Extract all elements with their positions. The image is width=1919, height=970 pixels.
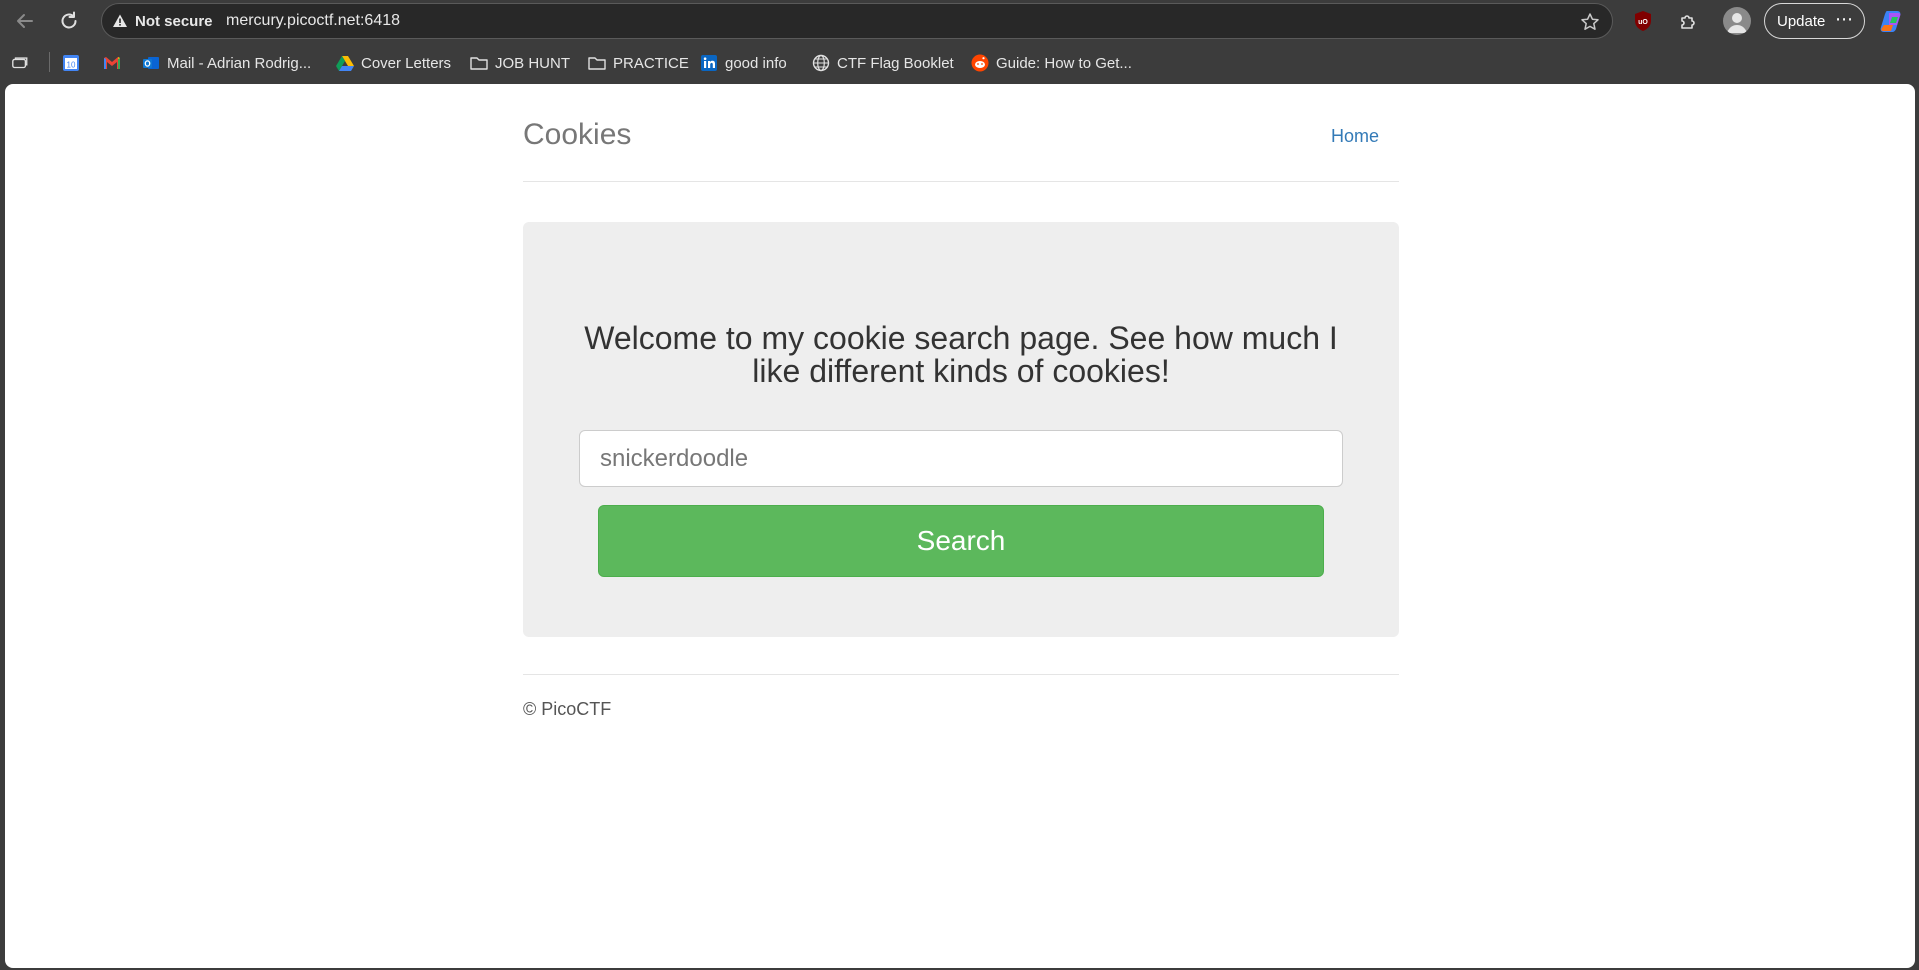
warning-icon[interactable] [112, 13, 128, 29]
puzzle-icon [1681, 15, 1695, 29]
bookmark-ctf-flag-booklet[interactable]: CTF Flag Booklet [812, 50, 954, 76]
search-button[interactable]: Search [598, 505, 1324, 577]
star-icon[interactable] [1580, 12, 1600, 32]
bookmark-gmail[interactable] [103, 50, 121, 76]
search-panel: Welcome to my cookie search page. See ho… [523, 222, 1399, 637]
welcome-heading: Welcome to my cookie search page. See ho… [584, 320, 1338, 389]
reading-list-button[interactable] [11, 50, 29, 76]
update-label: Update [1777, 12, 1826, 30]
page-title: Cookies [523, 118, 632, 151]
bookmark-good-info[interactable]: good info [700, 50, 787, 76]
footer-copyright: © PicoCTF [523, 699, 612, 719]
bookmark-calendar[interactable]: 10 [62, 50, 80, 76]
security-status[interactable]: Not secure [135, 13, 213, 30]
browser-toolbar: Not secure mercury.picoctf.net:6418 uO U… [0, 0, 1919, 42]
bookmark-label: PRACTICE [613, 54, 689, 72]
bookmark-label: Cover Letters [361, 54, 452, 72]
bookmark-label: Guide: How to Get... [996, 54, 1132, 72]
drive-icon [336, 54, 354, 72]
bookmark-label: Mail - Adrian Rodrig... [167, 54, 312, 72]
person-icon [1727, 13, 1747, 33]
bookmark-reddit-guide[interactable]: Guide: How to Get... [971, 50, 1132, 76]
site-footer: © PicoCTF [523, 674, 1399, 719]
bookmark-folder-practice[interactable]: PRACTICE [588, 50, 689, 76]
svg-text:uO: uO [1638, 19, 1648, 26]
reload-icon [61, 11, 77, 29]
ublock-extension-button[interactable]: uO [1630, 8, 1656, 34]
more-menu-icon[interactable]: ⋯ [1835, 10, 1854, 28]
calendar-day: 10 [67, 61, 76, 70]
site-header: Cookies Home [523, 108, 1399, 182]
arrow-left-icon [17, 14, 33, 28]
url-text[interactable]: mercury.picoctf.net:6418 [226, 12, 400, 30]
bookmark-outlook-mail[interactable]: Mail - Adrian Rodrig... [142, 50, 311, 76]
gmail-icon [103, 54, 121, 72]
bookmark-folder-job-hunt[interactable]: JOB HUNT [470, 50, 570, 76]
tabs-icon [11, 54, 29, 72]
bookmark-label: JOB HUNT [495, 54, 570, 72]
outlook-icon [142, 54, 160, 72]
bookmark-label: CTF Flag Booklet [837, 54, 954, 72]
ublock-icon: uO [1635, 11, 1651, 31]
linkedin-icon [700, 54, 718, 72]
copilot-icon[interactable] [1878, 7, 1906, 35]
extensions-button[interactable] [1676, 8, 1702, 34]
bookmarks-bar: 10 Mail - Adrian Rodrig... Cover Letters… [0, 44, 1919, 82]
nav-home-link[interactable]: Home [1331, 126, 1379, 147]
profile-avatar[interactable] [1723, 7, 1751, 35]
bookmark-label: good info [725, 54, 787, 72]
bookmarks-divider [49, 52, 50, 72]
globe-icon [812, 54, 830, 72]
reddit-icon [971, 54, 989, 72]
page-viewport: Cookies Home Welcome to my cookie search… [5, 84, 1915, 968]
folder-icon [470, 54, 488, 72]
calendar-icon: 10 [62, 54, 80, 72]
reload-button[interactable] [53, 5, 85, 37]
folder-icon [588, 54, 606, 72]
cookie-search-input[interactable] [579, 430, 1343, 487]
update-button[interactable]: Update ⋯ [1764, 3, 1865, 39]
address-bar[interactable]: Not secure mercury.picoctf.net:6418 [101, 3, 1613, 39]
bookmark-cover-letters[interactable]: Cover Letters [336, 50, 451, 76]
back-button[interactable] [9, 5, 41, 37]
